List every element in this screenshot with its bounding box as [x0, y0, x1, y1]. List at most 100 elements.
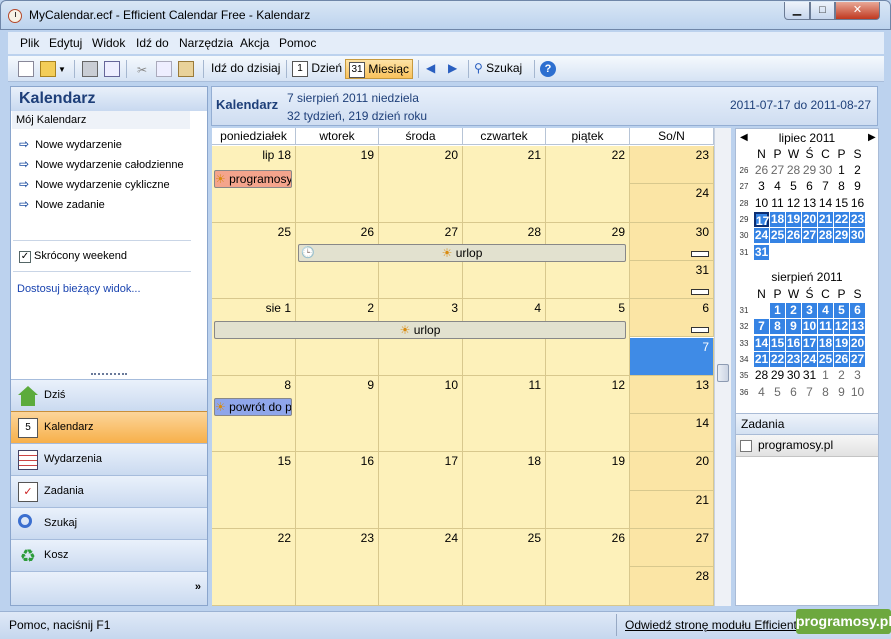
day-cell[interactable]: 12 — [546, 375, 630, 453]
minical-day[interactable]: 10 — [802, 319, 817, 335]
minimize-button[interactable]: ▁ — [784, 2, 810, 20]
minical-day[interactable]: 17 — [754, 211, 769, 228]
short-weekend-checkbox[interactable]: ✓ — [19, 251, 31, 263]
day-cell[interactable]: 21 — [463, 146, 546, 223]
minical-day[interactable]: 27 — [802, 228, 817, 244]
minical-day[interactable]: 26 — [834, 351, 849, 367]
minical-day[interactable]: 9 — [850, 179, 865, 194]
day-cell[interactable]: 25 — [463, 529, 546, 606]
minical-day[interactable]: 14 — [818, 196, 833, 211]
minical-day[interactable]: 15 — [834, 196, 849, 211]
minical-day[interactable]: 1 — [818, 368, 833, 383]
prev-button[interactable]: ◀ — [426, 59, 435, 79]
open-folder-button[interactable]: ▼ — [40, 59, 66, 79]
customize-view-link[interactable]: Dostosuj bieżący widok... — [17, 283, 141, 295]
minical-day[interactable]: 6 — [786, 385, 801, 400]
minical-day[interactable]: 28 — [818, 228, 833, 244]
minical-day[interactable]: 12 — [834, 319, 849, 335]
minical-day[interactable]: 18 — [770, 211, 785, 227]
day-cell[interactable]: 22 — [212, 529, 296, 606]
new-task-link[interactable]: ⇨ Nowe zadanie — [19, 197, 105, 211]
event-e2[interactable]: 🕒 ☀ urlop — [298, 244, 626, 262]
minical-day[interactable]: 19 — [786, 211, 801, 227]
minical-day[interactable]: 20 — [850, 335, 865, 351]
minical-day[interactable]: 3 — [802, 303, 817, 318]
print-button[interactable] — [82, 59, 98, 79]
menu-plik[interactable]: Plik — [20, 36, 39, 50]
minical-day[interactable]: 4 — [818, 303, 833, 318]
maximize-button[interactable]: □ — [810, 2, 835, 20]
menu-akcja[interactable]: Akcja — [240, 36, 269, 50]
minical-day[interactable]: 9 — [786, 319, 801, 335]
day-cell-saturday[interactable]: 23 — [630, 146, 714, 185]
minical-day[interactable]: 17 — [802, 335, 817, 351]
minical-day[interactable]: 6 — [850, 303, 865, 318]
search-button[interactable]: ⚲ Szukaj — [474, 59, 522, 79]
minical-day[interactable]: 15 — [770, 335, 785, 351]
minical-day[interactable]: 20 — [802, 211, 817, 227]
minical-day[interactable]: 11 — [818, 319, 833, 335]
minical-day[interactable]: 13 — [802, 196, 817, 211]
minical-day[interactable]: 21 — [818, 211, 833, 227]
minical-day[interactable]: 7 — [754, 319, 769, 335]
visit-module-link[interactable]: Odwiedź stronę modułu Efficient — [625, 618, 800, 632]
nav-events[interactable]: Wydarzenia — [11, 443, 207, 475]
day-cell-saturday[interactable]: 20 — [630, 452, 714, 491]
menu-widok[interactable]: Widok — [92, 36, 125, 50]
minical-day[interactable]: 11 — [770, 196, 785, 211]
minical-day[interactable]: 26 — [786, 228, 801, 244]
minical-day[interactable]: 29 — [770, 368, 785, 383]
task-checkbox[interactable] — [740, 440, 752, 452]
day-cell[interactable]: 16 — [296, 452, 379, 529]
menu-edytuj[interactable]: Edytuj — [49, 36, 82, 50]
minical-day[interactable]: 4 — [770, 179, 785, 194]
configure-nav-button[interactable]: » — [11, 571, 207, 605]
day-cell-sunday[interactable]: 7 — [630, 337, 714, 376]
minical-day[interactable]: 21 — [754, 351, 769, 367]
minical-day[interactable]: 25 — [818, 351, 833, 367]
day-cell-saturday[interactable]: 13 — [630, 375, 714, 415]
day-cell[interactable]: 26 — [546, 529, 630, 606]
minical-day[interactable]: 16 — [850, 196, 865, 211]
scrollbar-thumb[interactable] — [717, 364, 729, 382]
minical-day[interactable]: 29 — [802, 163, 817, 178]
more-events-icon[interactable] — [691, 289, 709, 296]
more-events-icon[interactable] — [691, 250, 709, 257]
new-recurring-event-link[interactable]: ⇨ Nowe wydarzenie cykliczne — [19, 177, 170, 191]
minical-day[interactable]: 8 — [818, 385, 833, 400]
new-file-button[interactable] — [18, 59, 34, 79]
minical-day[interactable]: 13 — [850, 319, 865, 335]
day-cell[interactable]: 19 — [296, 146, 379, 223]
minical-day[interactable]: 31 — [754, 244, 769, 260]
close-button[interactable]: ✕ — [835, 2, 880, 20]
minical-day[interactable]: 7 — [818, 179, 833, 194]
nav-tasks[interactable]: ✓ Zadania — [11, 475, 207, 507]
day-cell-sunday[interactable]: 31 — [630, 260, 714, 300]
minical-day[interactable]: 5 — [834, 303, 849, 318]
minical-day[interactable]: 29 — [834, 228, 849, 244]
day-cell[interactable]: 19 — [546, 452, 630, 529]
minical-day[interactable]: 27 — [770, 163, 785, 178]
day-cell[interactable]: 17 — [379, 452, 463, 529]
minical-day[interactable]: 28 — [786, 163, 801, 178]
menu-pomoc[interactable]: Pomoc — [279, 36, 316, 50]
minical-day[interactable]: 23 — [786, 351, 801, 367]
day-cell[interactable]: 20 — [379, 146, 463, 223]
minical-day[interactable]: 25 — [770, 228, 785, 244]
day-cell-sunday[interactable]: 24 — [630, 184, 714, 223]
month-view-button[interactable]: 31 Miesiąc — [345, 59, 414, 79]
menu-narzedzia[interactable]: Narzędzia — [179, 36, 233, 50]
minical-day[interactable]: 19 — [834, 335, 849, 351]
new-event-link[interactable]: ⇨ Nowe wydarzenie — [19, 137, 122, 151]
day-cell-saturday[interactable]: 27 — [630, 529, 714, 568]
minical-day[interactable]: 6 — [802, 179, 817, 194]
day-cell-saturday[interactable]: 30 — [630, 222, 714, 261]
splitter-grip[interactable] — [91, 373, 127, 376]
help-button[interactable]: ? — [540, 59, 556, 79]
day-cell[interactable]: 24 — [379, 529, 463, 606]
minical-day[interactable]: 28 — [754, 368, 769, 383]
minical-day[interactable]: 2 — [786, 303, 801, 318]
copy-button[interactable] — [156, 59, 172, 79]
day-cell[interactable]: 11 — [463, 375, 546, 453]
minical-day[interactable]: 27 — [850, 351, 865, 367]
